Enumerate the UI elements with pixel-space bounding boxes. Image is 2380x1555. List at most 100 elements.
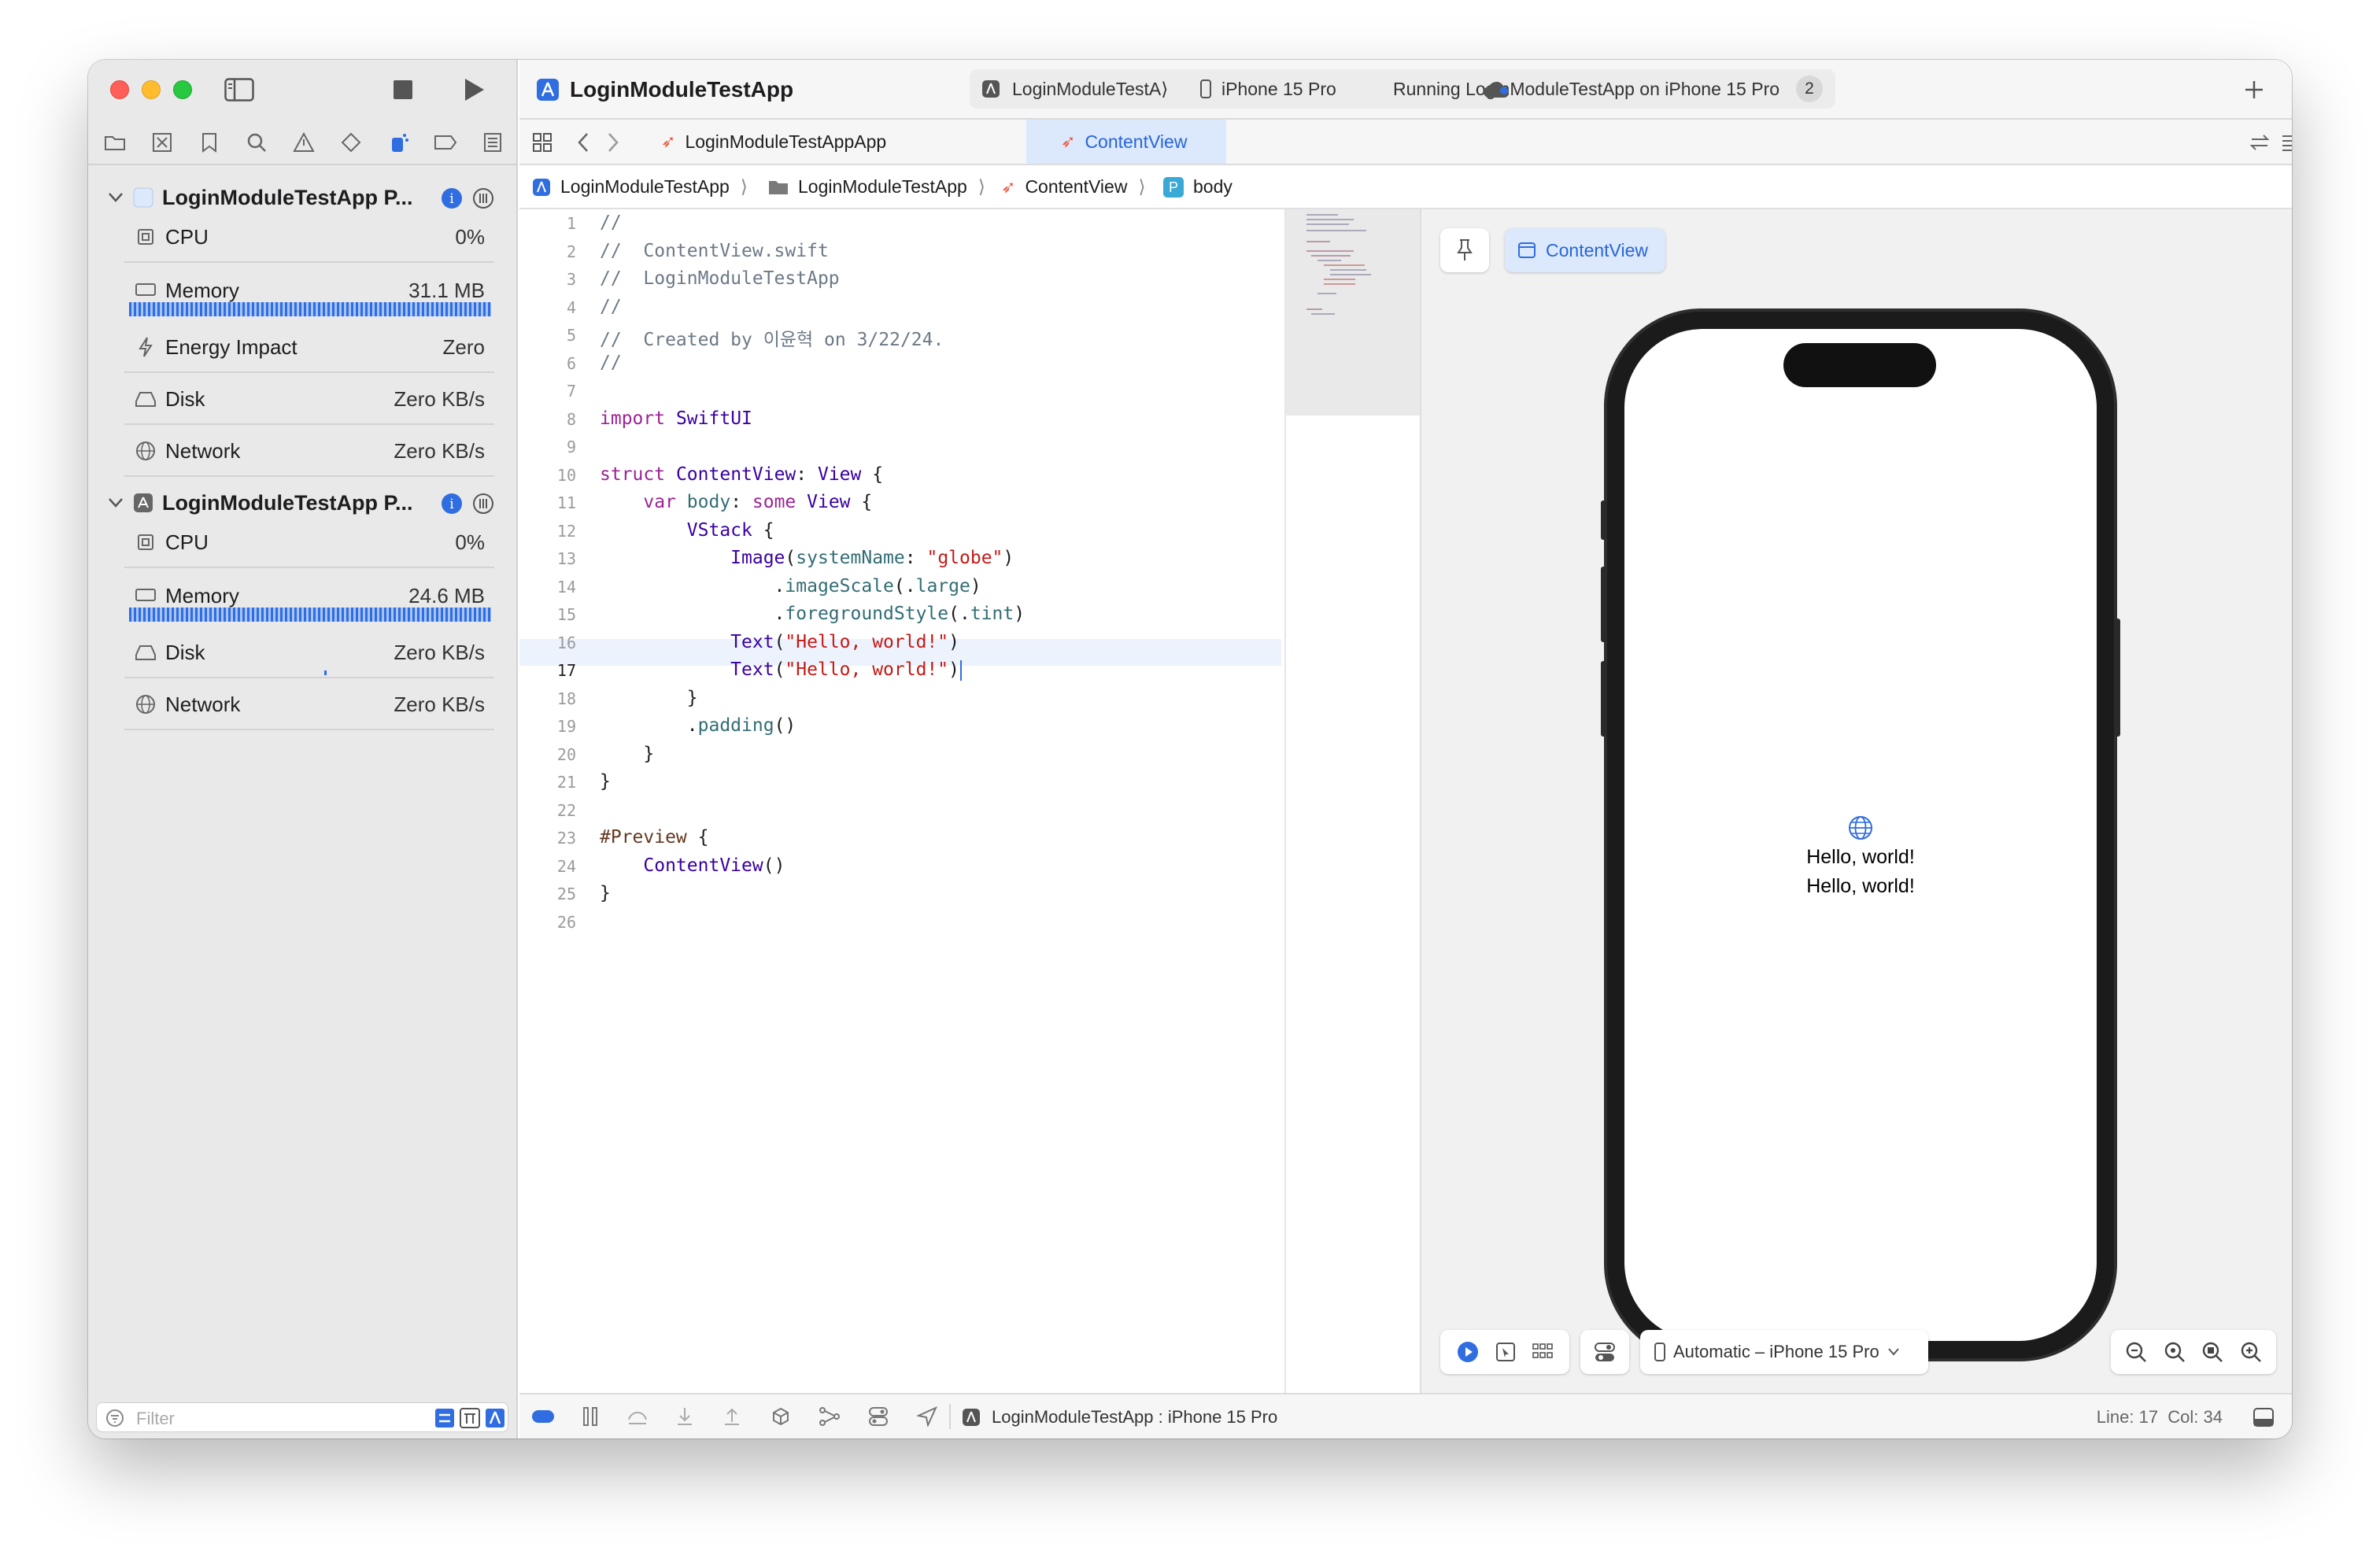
code-line[interactable]: var body: some View { bbox=[600, 492, 872, 512]
breadcrumb-item[interactable]: ➶ ContentView ⟩ bbox=[1001, 176, 1145, 198]
debug-area-toggle-icon[interactable] bbox=[530, 1405, 556, 1428]
report-icon[interactable] bbox=[480, 131, 505, 154]
code-line[interactable]: // LoginModuleTestApp bbox=[600, 268, 840, 289]
swap-arrows-icon[interactable] bbox=[2248, 131, 2271, 154]
minimize-window-button[interactable] bbox=[142, 80, 161, 99]
variants-grid-icon[interactable] bbox=[1532, 1343, 1554, 1361]
add-icon[interactable] bbox=[2240, 76, 2268, 104]
filter-field[interactable]: Filter bbox=[96, 1402, 508, 1432]
pause-thread-icon[interactable] bbox=[472, 187, 494, 209]
code-line[interactable]: } bbox=[600, 688, 698, 708]
zoom-actual-icon[interactable] bbox=[2201, 1341, 2223, 1363]
breadcrumb-item[interactable]: LoginModuleTestApp ⟩ bbox=[532, 176, 748, 198]
live-play-icon[interactable] bbox=[1457, 1341, 1479, 1363]
zoom-in-icon[interactable] bbox=[2240, 1341, 2262, 1363]
pause-thread-icon[interactable] bbox=[472, 493, 494, 515]
device-settings-button[interactable] bbox=[1580, 1330, 1629, 1374]
minimap-line bbox=[1306, 219, 1354, 220]
issue-warning-icon[interactable] bbox=[291, 131, 316, 154]
code-line[interactable]: // ContentView.swift bbox=[600, 241, 829, 261]
preview-selector-button[interactable]: ContentView bbox=[1505, 228, 1665, 272]
gauge-network[interactable]: Network Zero KB/s bbox=[112, 680, 494, 730]
gauge-disk[interactable]: Disk Zero KB/s bbox=[112, 628, 494, 678]
zoom-out-icon[interactable] bbox=[2125, 1341, 2147, 1363]
code-line[interactable]: Text("Hello, world!") bbox=[600, 659, 962, 681]
chevron-left-icon[interactable] bbox=[573, 131, 593, 154]
code-line[interactable]: // bbox=[600, 212, 622, 233]
step-into-icon[interactable] bbox=[674, 1405, 696, 1428]
breadcrumb-item[interactable]: LoginModuleTestApp ⟩ bbox=[768, 176, 985, 198]
environment-overrides-icon[interactable] bbox=[867, 1405, 889, 1428]
folder-icon[interactable] bbox=[102, 131, 128, 154]
gauge-cpu[interactable]: CPU 0% bbox=[112, 212, 494, 263]
device-selector[interactable]: iPhone 15 Pro bbox=[1221, 79, 1336, 100]
console-toggle-icon[interactable] bbox=[2251, 1405, 2276, 1429]
code-line[interactable]: #Preview { bbox=[600, 827, 708, 848]
pin-preview-button[interactable] bbox=[1440, 228, 1489, 272]
code-line[interactable]: .padding() bbox=[600, 715, 796, 736]
stop-icon[interactable] bbox=[390, 77, 416, 102]
code-line[interactable]: } bbox=[600, 771, 611, 792]
code-line[interactable]: // bbox=[600, 353, 622, 373]
location-arrow-icon[interactable] bbox=[916, 1405, 938, 1428]
chevron-right-icon[interactable] bbox=[603, 131, 623, 154]
scheme-selector[interactable]: LoginModuleTestA⟩ bbox=[1012, 79, 1168, 100]
step-over-icon[interactable] bbox=[626, 1405, 649, 1428]
run-icon[interactable] bbox=[461, 76, 488, 104]
tab-contentview[interactable]: ➶ ContentView bbox=[1026, 120, 1226, 164]
gauge-label: Disk bbox=[165, 387, 205, 411]
gauge-energy[interactable]: Energy Impact Zero bbox=[112, 323, 494, 373]
iphone-screen[interactable]: Hello, world! Hello, world! bbox=[1624, 329, 2097, 1341]
code-line[interactable]: } bbox=[600, 883, 611, 903]
code-line[interactable]: VStack { bbox=[600, 520, 774, 541]
view-hierarchy-icon[interactable] bbox=[770, 1405, 792, 1428]
breakpoint-icon[interactable] bbox=[433, 131, 458, 154]
info-icon[interactable]: i bbox=[441, 187, 463, 209]
filter-option-icon[interactable] bbox=[459, 1407, 481, 1429]
source-control-icon[interactable] bbox=[150, 131, 175, 154]
code-line[interactable]: struct ContentView: View { bbox=[600, 464, 883, 485]
test-diamond-icon[interactable] bbox=[338, 131, 364, 154]
step-out-icon[interactable] bbox=[721, 1405, 743, 1428]
gauge-disk[interactable]: Disk Zero KB/s bbox=[112, 375, 494, 425]
editor-options-icon[interactable] bbox=[2279, 131, 2292, 154]
debug-target-label[interactable]: LoginModuleTestApp : iPhone 15 Pro bbox=[992, 1407, 1277, 1428]
code-line[interactable]: .foregroundStyle(.tint) bbox=[600, 604, 1026, 624]
cloud-icon[interactable] bbox=[1481, 77, 1513, 102]
code-line[interactable]: } bbox=[600, 744, 654, 764]
info-icon[interactable]: i bbox=[441, 493, 463, 515]
gauge-memory[interactable]: Memory 24.6 MB bbox=[112, 571, 494, 628]
source-editor[interactable]: 1 2 3 4 5 6 7 8 9 10 11 12 13 14 15 16 17 18 19 20 21 22 23 24 2… bbox=[519, 209, 1283, 1393]
gauge-memory[interactable]: Memory 31.1 MB bbox=[112, 266, 494, 323]
gauge-network[interactable]: Network Zero KB/s bbox=[112, 427, 494, 477]
gauge-label: Memory bbox=[165, 584, 239, 608]
status-badge[interactable]: 2 bbox=[1796, 76, 1823, 102]
breadcrumb-item[interactable]: P body bbox=[1163, 176, 1232, 198]
debug-spray-icon[interactable] bbox=[386, 131, 411, 154]
zoom-window-button[interactable] bbox=[173, 80, 192, 99]
code-line[interactable]: import SwiftUI bbox=[600, 408, 752, 429]
zoom-fit-icon[interactable] bbox=[2164, 1341, 2186, 1363]
pause-icon[interactable] bbox=[579, 1405, 601, 1428]
tab-loginmoduletestappapp[interactable]: ➶ LoginModuleTestAppApp bbox=[645, 120, 926, 164]
code-line[interactable]: ContentView() bbox=[600, 855, 785, 876]
bookmark-icon[interactable] bbox=[197, 131, 222, 154]
code-line[interactable]: // bbox=[600, 297, 622, 317]
minimap[interactable] bbox=[1284, 209, 1420, 1393]
chevron-down-icon[interactable] bbox=[105, 493, 126, 513]
code-line[interactable]: Image(systemName: "globe") bbox=[600, 548, 1014, 568]
gauge-cpu[interactable]: CPU 0% bbox=[112, 518, 494, 568]
code-line[interactable]: .imageScale(.large) bbox=[600, 576, 981, 597]
device-menu[interactable]: Automatic – iPhone 15 Pro bbox=[1640, 1330, 1928, 1374]
filter-option-icon[interactable] bbox=[484, 1407, 506, 1429]
selectable-mode-icon[interactable] bbox=[1495, 1342, 1516, 1362]
code-line[interactable]: Text("Hello, world!") bbox=[600, 632, 959, 652]
search-icon[interactable] bbox=[244, 131, 269, 154]
filter-option-icon[interactable] bbox=[434, 1407, 456, 1429]
sidebar-toggle-icon[interactable] bbox=[224, 76, 255, 104]
chevron-down-icon[interactable] bbox=[105, 187, 126, 208]
close-window-button[interactable] bbox=[110, 80, 129, 99]
memory-graph-icon[interactable] bbox=[819, 1405, 841, 1428]
grid-icon[interactable] bbox=[530, 131, 554, 154]
code-line[interactable]: // Created by 이윤혁 on 3/22/24. bbox=[600, 324, 944, 351]
